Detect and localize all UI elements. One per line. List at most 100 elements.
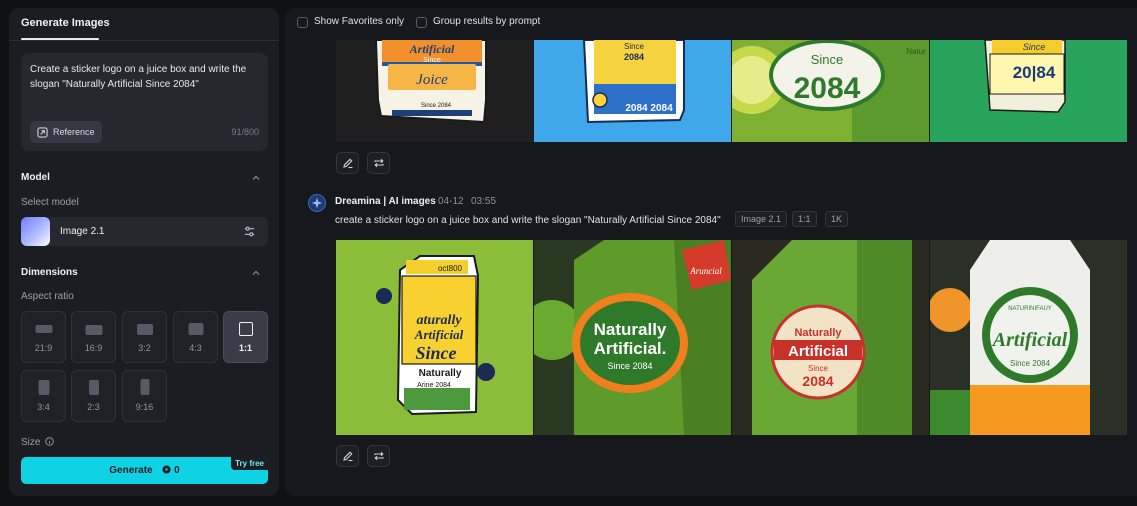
repeat-icon xyxy=(373,451,384,461)
dimensions-section-title: Dimensions xyxy=(21,267,78,278)
image-text: Natur xyxy=(906,47,926,56)
reference-label: Reference xyxy=(53,127,95,137)
aspect-ratio-label: Aspect ratio xyxy=(21,291,74,302)
ratio-label: 21:9 xyxy=(34,343,53,353)
show-favorites-checkbox[interactable] xyxy=(297,17,308,28)
ratio-shape xyxy=(136,324,153,335)
image-text: NATURINIFAUY xyxy=(1008,306,1052,312)
ratio-label: 3:2 xyxy=(138,343,151,353)
image-text: 20|84 xyxy=(1013,63,1056,82)
ratio-shape xyxy=(38,380,49,395)
ratio-option-9-16[interactable]: 9:16 xyxy=(122,370,167,422)
ratio-shape xyxy=(35,325,52,333)
result-image-7[interactable]: Naturally Artificial Since 2084 xyxy=(732,240,929,435)
prompt-box[interactable]: Create a sticker logo on a juice box and… xyxy=(21,53,268,151)
image-text: Since xyxy=(624,42,645,51)
ratio-option-16-9[interactable]: 16:9 xyxy=(71,311,116,363)
image-text: Artificial. xyxy=(594,339,667,358)
ratio-option-1-1[interactable]: 1:1 xyxy=(223,311,268,363)
image-text: Naturally xyxy=(419,368,462,379)
repeat-icon xyxy=(373,158,384,168)
pencil-icon xyxy=(342,451,352,462)
image-text: Naturally xyxy=(794,327,842,339)
image-text: Since xyxy=(423,57,441,64)
chevron-up-icon[interactable] xyxy=(251,173,261,183)
image-text: Joice xyxy=(416,72,448,88)
tab-active-indicator xyxy=(21,38,99,40)
info-icon[interactable] xyxy=(45,437,54,446)
ratio-option-2-3[interactable]: 2:3 xyxy=(71,370,116,422)
generation-prompt[interactable]: create a sticker logo on a juice box and… xyxy=(335,215,721,226)
ratio-shape xyxy=(188,323,203,335)
image-text: Artificial xyxy=(991,329,1068,351)
model-selector[interactable]: Image 2.1 xyxy=(21,217,268,246)
ratio-option-3-4[interactable]: 3:4 xyxy=(21,370,66,422)
group-by-prompt-label[interactable]: Group results by prompt xyxy=(433,16,540,27)
image-text: Since xyxy=(808,364,829,373)
result-image-8[interactable]: NATURINIFAUY Artificial Since 2084 xyxy=(930,240,1127,435)
generate-button[interactable]: Generate 0 Try free xyxy=(21,457,268,484)
ratio-label: 2:3 xyxy=(87,402,100,412)
model-tag: Image 2.1 xyxy=(735,211,788,227)
edit-button[interactable] xyxy=(336,152,359,174)
ratio-shape xyxy=(88,380,99,395)
image-text: Since xyxy=(415,343,456,363)
image-text: Arine 2084 xyxy=(417,382,451,389)
size-label: Size xyxy=(21,437,54,448)
model-section-title: Model xyxy=(21,172,50,183)
regenerate-button[interactable] xyxy=(367,152,390,174)
show-favorites-label[interactable]: Show Favorites only xyxy=(314,16,404,27)
model-thumbnail xyxy=(21,217,50,246)
image-text: Since xyxy=(1023,42,1046,52)
generation-time: 03:55 xyxy=(471,196,497,207)
image-text: oct800 xyxy=(438,264,463,273)
ratio-label: 1:1 xyxy=(238,343,252,353)
ratio-option-3-2[interactable]: 3:2 xyxy=(122,311,167,363)
result-image-3[interactable]: Since 2084 Natur xyxy=(732,40,929,142)
image-text: aturally xyxy=(416,313,462,328)
ratio-shape xyxy=(85,325,102,335)
chevron-up-icon[interactable] xyxy=(251,268,261,278)
result-image-1[interactable]: Artificial Since Joice Since 2084 xyxy=(336,40,533,142)
result-image-4[interactable]: Since 20|84 xyxy=(930,40,1127,142)
generation-date: 04-12 xyxy=(438,196,464,207)
image-text: 2084 xyxy=(802,373,833,389)
tab-generate-images[interactable]: Generate Images xyxy=(21,17,110,29)
result-image-2[interactable]: Since 2084 2084 2084 xyxy=(534,40,731,142)
regenerate-button[interactable] xyxy=(367,445,390,467)
image-text: Since xyxy=(811,52,844,67)
ratio-label: 9:16 xyxy=(135,402,154,412)
app-root: Generate Images Create a sticker logo on… xyxy=(0,0,1137,506)
image-text: Artificial xyxy=(788,343,848,360)
result-image-5[interactable]: oct800 aturally Artificial Since Natural… xyxy=(336,240,533,435)
edit-button[interactable] xyxy=(336,445,359,467)
group-by-prompt-checkbox[interactable] xyxy=(416,17,427,28)
pencil-icon xyxy=(342,158,352,169)
try-free-badge: Try free xyxy=(231,457,268,470)
image-text: Aruncial xyxy=(689,266,722,276)
reference-icon xyxy=(37,126,48,138)
ratio-label: 4:3 xyxy=(189,343,202,353)
dreamina-logo-icon xyxy=(311,197,323,209)
prompt-input[interactable]: Create a sticker logo on a juice box and… xyxy=(30,62,260,92)
result-image-6[interactable]: Aruncial Naturally Artificial. Since 208… xyxy=(534,240,731,435)
ratio-option-21-9[interactable]: 21:9 xyxy=(21,311,66,363)
results-panel: Show Favorites only Group results by pro… xyxy=(285,8,1137,496)
image-text: 2084 xyxy=(794,72,861,105)
tab-bar: Generate Images xyxy=(9,8,279,41)
image-text: Artificial xyxy=(409,42,455,56)
model-name: Image 2.1 xyxy=(60,226,105,237)
reference-button[interactable]: Reference xyxy=(30,121,102,143)
settings-sliders-icon[interactable] xyxy=(243,225,256,238)
char-count: 91/800 xyxy=(231,127,259,137)
generate-panel: Generate Images Create a sticker logo on… xyxy=(9,8,279,496)
generate-cost: 0 xyxy=(174,465,180,476)
ratio-shape xyxy=(140,379,149,395)
image-text: Since 2084 xyxy=(607,361,652,371)
ratio-tag: 1:1 xyxy=(792,211,817,227)
image-text: Since 2084 xyxy=(421,103,452,109)
ratio-label: 3:4 xyxy=(37,402,50,412)
image-text: 2084 2084 xyxy=(625,103,673,114)
ratio-option-4-3[interactable]: 4:3 xyxy=(173,311,218,363)
select-model-label: Select model xyxy=(21,197,79,208)
